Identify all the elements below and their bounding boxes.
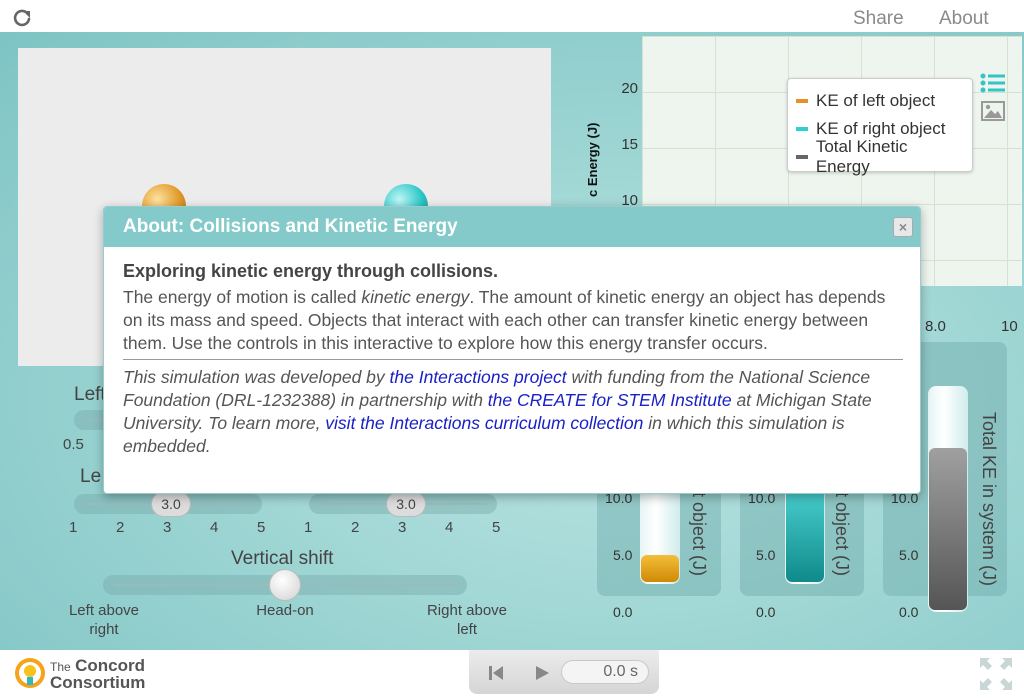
reload-icon[interactable] [12, 8, 32, 28]
left-mass-handle[interactable]: 3.0 [151, 491, 191, 517]
logo-text-consortium: Consortium [50, 673, 146, 692]
about-heading: Exploring kinetic energy through collisi… [123, 261, 499, 281]
logo-text-small: The [50, 660, 71, 674]
legend-label-total: Total Kinetic Energy [815, 137, 908, 176]
total-ke-tick-5: 5.0 [899, 547, 919, 563]
about-dialog-header: About: Collisions and Kinetic Energy × [104, 207, 920, 247]
right-mass-tick-1: 1 [304, 519, 313, 536]
top-bar: Share About [0, 0, 1024, 32]
vertical-shift-center-text: Head-on [256, 602, 314, 619]
left-ke-label: t object (J) [689, 492, 709, 577]
graph-xtick-10: 10 [1001, 318, 1018, 335]
playback-controls: 0.0 s [469, 650, 659, 694]
left-mass-tick-4: 4 [210, 519, 219, 536]
about-dialog-title: About: Collisions and Kinetic Energy [123, 216, 458, 237]
concord-logo-icon[interactable] [12, 656, 48, 694]
list-icon[interactable] [980, 72, 1006, 94]
play-icon[interactable] [533, 664, 551, 682]
left-ke-fill [641, 555, 679, 582]
total-ke-label: Total KE in system (J) [979, 412, 999, 587]
legend-swatch-right [796, 127, 808, 131]
graph-xtick-8: 8.0 [925, 318, 946, 335]
left-ke-tick-0: 0.0 [613, 604, 633, 620]
fullscreen-icon[interactable] [978, 656, 1014, 692]
vertical-shift-left-text: Left above right [68, 602, 140, 638]
image-icon[interactable] [981, 101, 1005, 121]
legend-swatch-total [796, 155, 808, 159]
create-for-stem-link[interactable]: the CREATE for STEM Institute [488, 390, 732, 410]
right-mass-tick-3: 3 [398, 519, 407, 536]
about-divider [123, 359, 903, 360]
left-speed-min-tick: 0.5 [63, 436, 84, 453]
about-dialog: About: Collisions and Kinetic Energy × E… [103, 206, 921, 494]
right-mass-handle[interactable]: 3.0 [386, 491, 426, 517]
close-button[interactable]: × [893, 217, 913, 237]
left-mass-tick-2: 2 [116, 519, 125, 536]
left-ke-tick-5: 5.0 [613, 547, 633, 563]
legend-swatch-left [796, 99, 808, 103]
left-mass-tick-5: 5 [257, 519, 266, 536]
right-ke-label: t object (J) [832, 492, 852, 577]
right-mass-tick-2: 2 [351, 519, 360, 536]
about-dialog-body: Exploring kinetic energy through collisi… [123, 261, 903, 458]
legend-item-total: Total Kinetic Energy [796, 137, 964, 176]
right-ke-tick-5: 5.0 [756, 547, 776, 563]
vertical-shift-label: Vertical shift [231, 548, 334, 569]
total-ke-tick-0: 0.0 [899, 604, 919, 620]
curriculum-collection-link[interactable]: visit the Interactions curriculum collec… [325, 413, 643, 433]
logo-text: The Concord Consortium [50, 657, 146, 692]
reset-icon[interactable] [487, 664, 505, 682]
right-mass-tick-5: 5 [492, 519, 501, 536]
interactions-project-link[interactable]: the Interactions project [390, 367, 567, 387]
left-speed-label: Left [74, 384, 106, 405]
total-ke-fill [929, 448, 967, 610]
legend-label-right: KE of right object [816, 119, 946, 138]
legend-item-left: KE of left object [796, 87, 964, 115]
share-link[interactable]: Share [853, 8, 904, 30]
total-ke-tube [928, 386, 968, 612]
vertical-shift-knob[interactable] [269, 569, 301, 601]
graph-legend: KE of left object KE of right object Tot… [787, 78, 973, 176]
right-ke-tick-0: 0.0 [756, 604, 776, 620]
about-description: The energy of motion is called kinetic e… [123, 287, 886, 353]
left-mass-tick-1: 1 [69, 519, 78, 536]
left-mass-label: Le [80, 466, 102, 487]
graph-ytick-20: 20 [621, 80, 638, 97]
graph-ylabel: c Energy (J) [585, 122, 600, 197]
right-mass-tick-4: 4 [445, 519, 454, 536]
vertical-shift-right-text: Right above left [426, 602, 508, 638]
about-link[interactable]: About [939, 8, 989, 30]
graph-ytick-15: 15 [621, 136, 638, 153]
about-credits: This simulation was developed by the Int… [123, 367, 872, 456]
legend-label-left: KE of left object [816, 91, 936, 110]
left-mass-tick-3: 3 [163, 519, 172, 536]
time-display: 0.0 s [561, 660, 649, 684]
